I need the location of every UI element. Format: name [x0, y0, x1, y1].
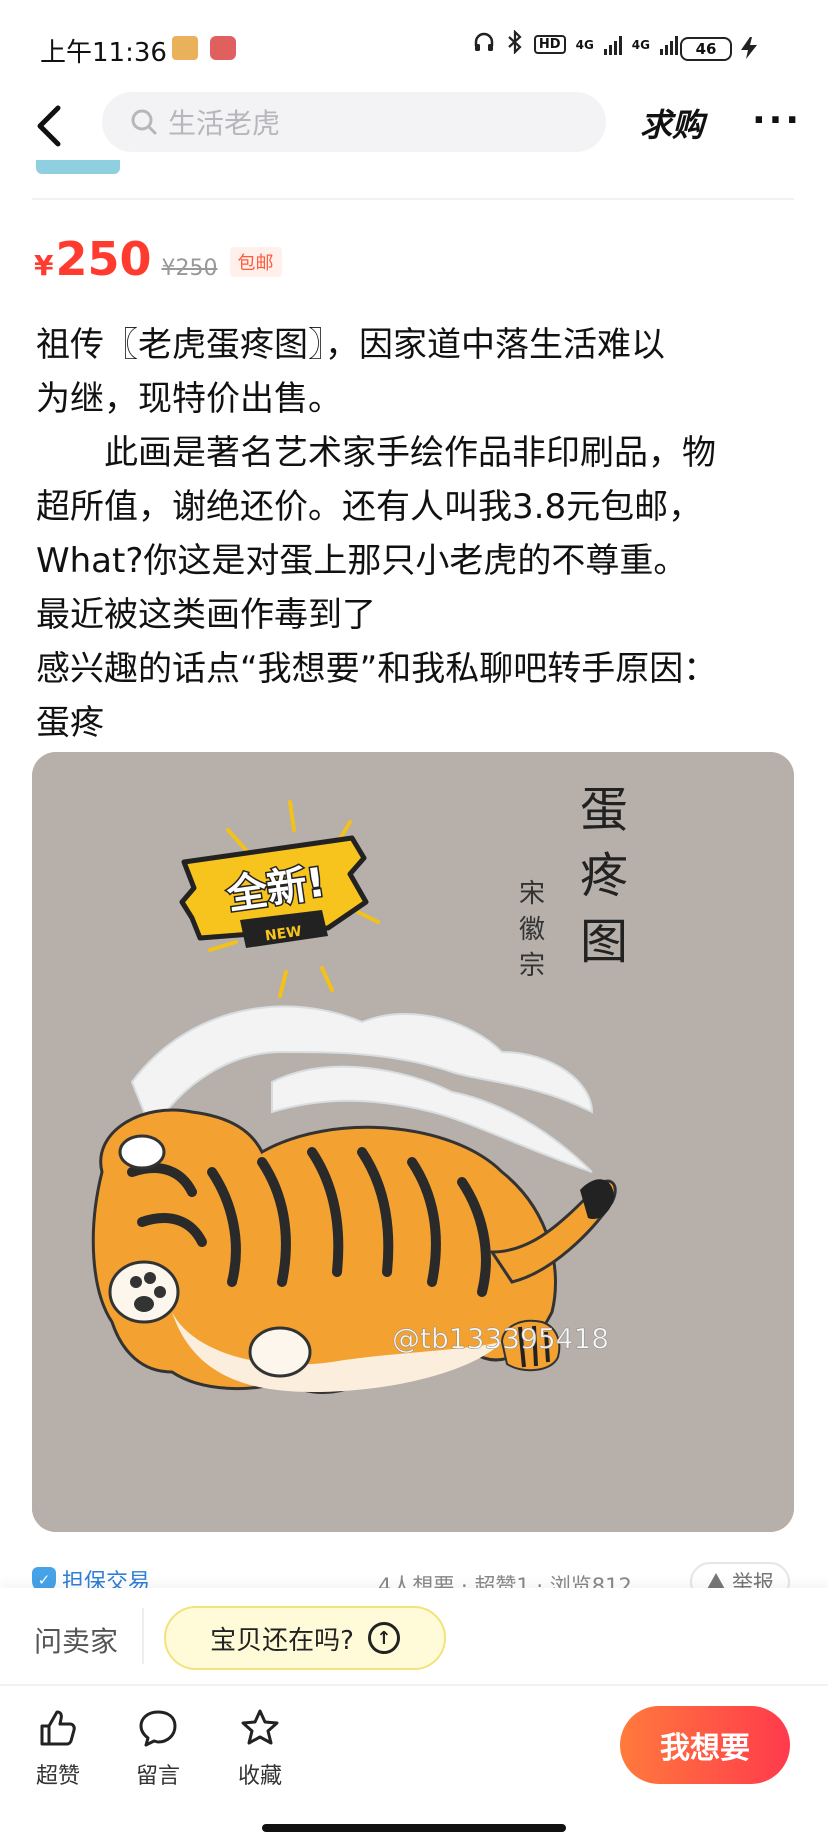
chevron-left-icon: [37, 105, 61, 147]
description-line: 超所值，谢绝还价。还有人叫我3.8元包邮，: [36, 487, 703, 527]
search-placeholder: 生活老虎: [168, 107, 281, 140]
app-notification-icon: [172, 36, 198, 60]
more-options-button[interactable]: ···: [752, 100, 802, 141]
item-description: 祖传〖老虎蛋疼图〗，因家道中落生活难以 为继，现特价出售。 此画是著名艺术家手绘…: [36, 318, 796, 750]
description-line: What?你这是对蛋上那只小老虎的不尊重。: [36, 541, 688, 581]
divider: [142, 1608, 144, 1664]
product-image[interactable]: 全新! NEW 蛋 疼 图 宋 徽 宗 @tb133395418: [32, 752, 794, 1532]
comment-button[interactable]: 留言: [118, 1708, 198, 1790]
signal-4g-label: 4G: [575, 37, 594, 52]
quick-question-text: 宝贝还在吗?: [210, 1625, 354, 1656]
like-button[interactable]: 超赞: [18, 1708, 98, 1790]
favorite-button[interactable]: 收藏: [220, 1708, 300, 1790]
search-input[interactable]: 生活老虎: [102, 92, 606, 152]
original-price: ¥250: [161, 256, 218, 281]
search-icon: [131, 109, 157, 135]
painting-title-char: 图: [580, 914, 628, 970]
like-label: 超赞: [35, 1764, 80, 1789]
home-indicator: [262, 1824, 566, 1832]
painting-artist-char: 宗: [519, 951, 545, 981]
send-up-arrow-icon: ↑: [367, 1622, 400, 1654]
want-button[interactable]: 我想要: [620, 1706, 790, 1784]
signal-4g-label-2: 4G: [631, 37, 650, 52]
status-indicators: HD 4G 4G: [472, 29, 678, 59]
description-line: 为继，现特价出售。: [36, 379, 342, 419]
app-notification-icon-2: [210, 36, 236, 60]
painting-title-char: 疼: [580, 848, 628, 904]
quick-question-button[interactable]: 宝贝还在吗? ↑: [164, 1606, 446, 1670]
qiugou-button[interactable]: 求购: [640, 100, 704, 146]
headphones-icon: [472, 30, 496, 59]
seller-strip: [32, 160, 794, 200]
ask-seller-bar: 问卖家 宝贝还在吗? ↑: [0, 1588, 828, 1684]
battery-icon: 46: [680, 37, 732, 61]
description-line: 蛋疼: [36, 703, 104, 743]
signal-bars-icon: [603, 35, 622, 55]
painting-title-char: 蛋: [580, 782, 628, 838]
painting-artist-char: 徽: [519, 915, 545, 945]
description-line: 感兴趣的话点“我想要”和我私聊吧转手原因：: [36, 649, 718, 689]
bottom-action-bar: 超赞 留言 收藏 我想要: [0, 1684, 828, 1840]
star-icon: [241, 1709, 279, 1745]
free-shipping-badge: 包邮: [229, 247, 282, 277]
currency-symbol: ¥: [34, 249, 54, 282]
status-bar: 上午11:36 HD 4G 4G 46: [0, 0, 828, 96]
favorite-label: 收藏: [237, 1764, 282, 1789]
bluetooth-icon: [506, 29, 524, 59]
back-button[interactable]: [32, 98, 68, 158]
price-value: 250: [55, 232, 152, 286]
comment-label: 留言: [135, 1764, 180, 1789]
ask-seller-label[interactable]: 问卖家: [34, 1620, 118, 1660]
seller-thumbnail: [36, 160, 120, 174]
thumbs-up-icon: [40, 1710, 76, 1746]
charging-icon: [738, 36, 760, 66]
status-time: 上午11:36: [40, 38, 167, 68]
description-line: 最近被这类画作毒到了: [36, 595, 376, 635]
painting-artist-char: 宋: [519, 879, 545, 909]
description-line: 此画是著名艺术家手绘作品非印刷品，物: [104, 433, 716, 473]
chat-bubble-icon: [139, 1710, 177, 1747]
description-line: 祖传〖老虎蛋疼图〗，因家道中落生活难以: [36, 325, 665, 365]
signal-bars-icon-2: [660, 35, 678, 55]
hd-icon: HD: [533, 35, 566, 54]
watermark-text: @tb133395418: [392, 1322, 609, 1355]
price-row: ¥ 250 ¥250 包邮: [34, 232, 282, 286]
